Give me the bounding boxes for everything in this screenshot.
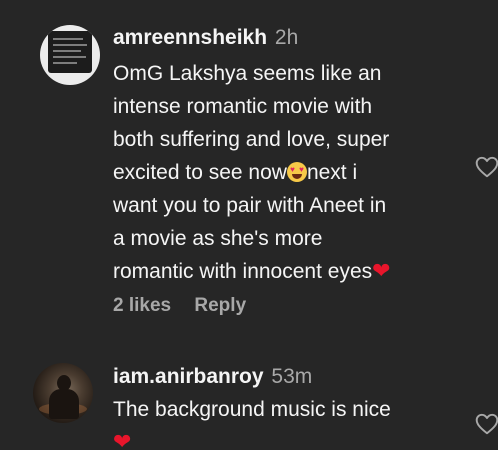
username[interactable]: amreennsheikh	[113, 26, 267, 49]
timestamp: 2h	[274, 26, 299, 49]
comment-text: OmG Lakshya seems like an intense romant…	[113, 57, 468, 288]
comment-header: amreennsheikh 2h	[113, 24, 298, 52]
timestamp: 53m	[271, 365, 313, 388]
avatar[interactable]	[33, 363, 93, 423]
comment-item: iam.anirbanroy 53m The background music …	[0, 345, 498, 450]
heart-outline-icon[interactable]	[474, 411, 498, 437]
avatar[interactable]	[40, 25, 100, 85]
comment-meta: 2 likes Reply	[113, 293, 246, 319]
comment-line: next i	[306, 161, 358, 184]
reply-button[interactable]: Reply	[194, 295, 246, 316]
comment-line: both suffering and love, super	[113, 128, 390, 151]
username[interactable]: iam.anirbanroy	[113, 365, 264, 388]
comment-line: intense romantic movie with	[113, 95, 373, 118]
comment-header: iam.anirbanroy 53m	[113, 363, 312, 391]
likes-count[interactable]: 2 likes	[113, 295, 171, 316]
comment-line: want you to pair with Aneet in	[113, 194, 387, 217]
red-heart-emoji: ❤	[372, 259, 391, 284]
comment-line: OmG Lakshya seems like an	[113, 62, 382, 85]
comment-line: The background music is nice	[113, 398, 391, 421]
comment-item: amreennsheikh 2h OmG Lakshya seems like …	[0, 0, 498, 345]
heart-eyes-emoji: ♥ ♥	[286, 162, 307, 182]
comment-line: excited to see now	[113, 161, 287, 184]
comment-text: The background music is nice ❤	[113, 393, 463, 450]
red-heart-emoji: ❤	[113, 430, 132, 450]
comment-line: romantic with innocent eyes	[113, 260, 373, 283]
heart-outline-icon[interactable]	[474, 154, 498, 180]
comment-line: a movie as she's more	[113, 227, 323, 250]
